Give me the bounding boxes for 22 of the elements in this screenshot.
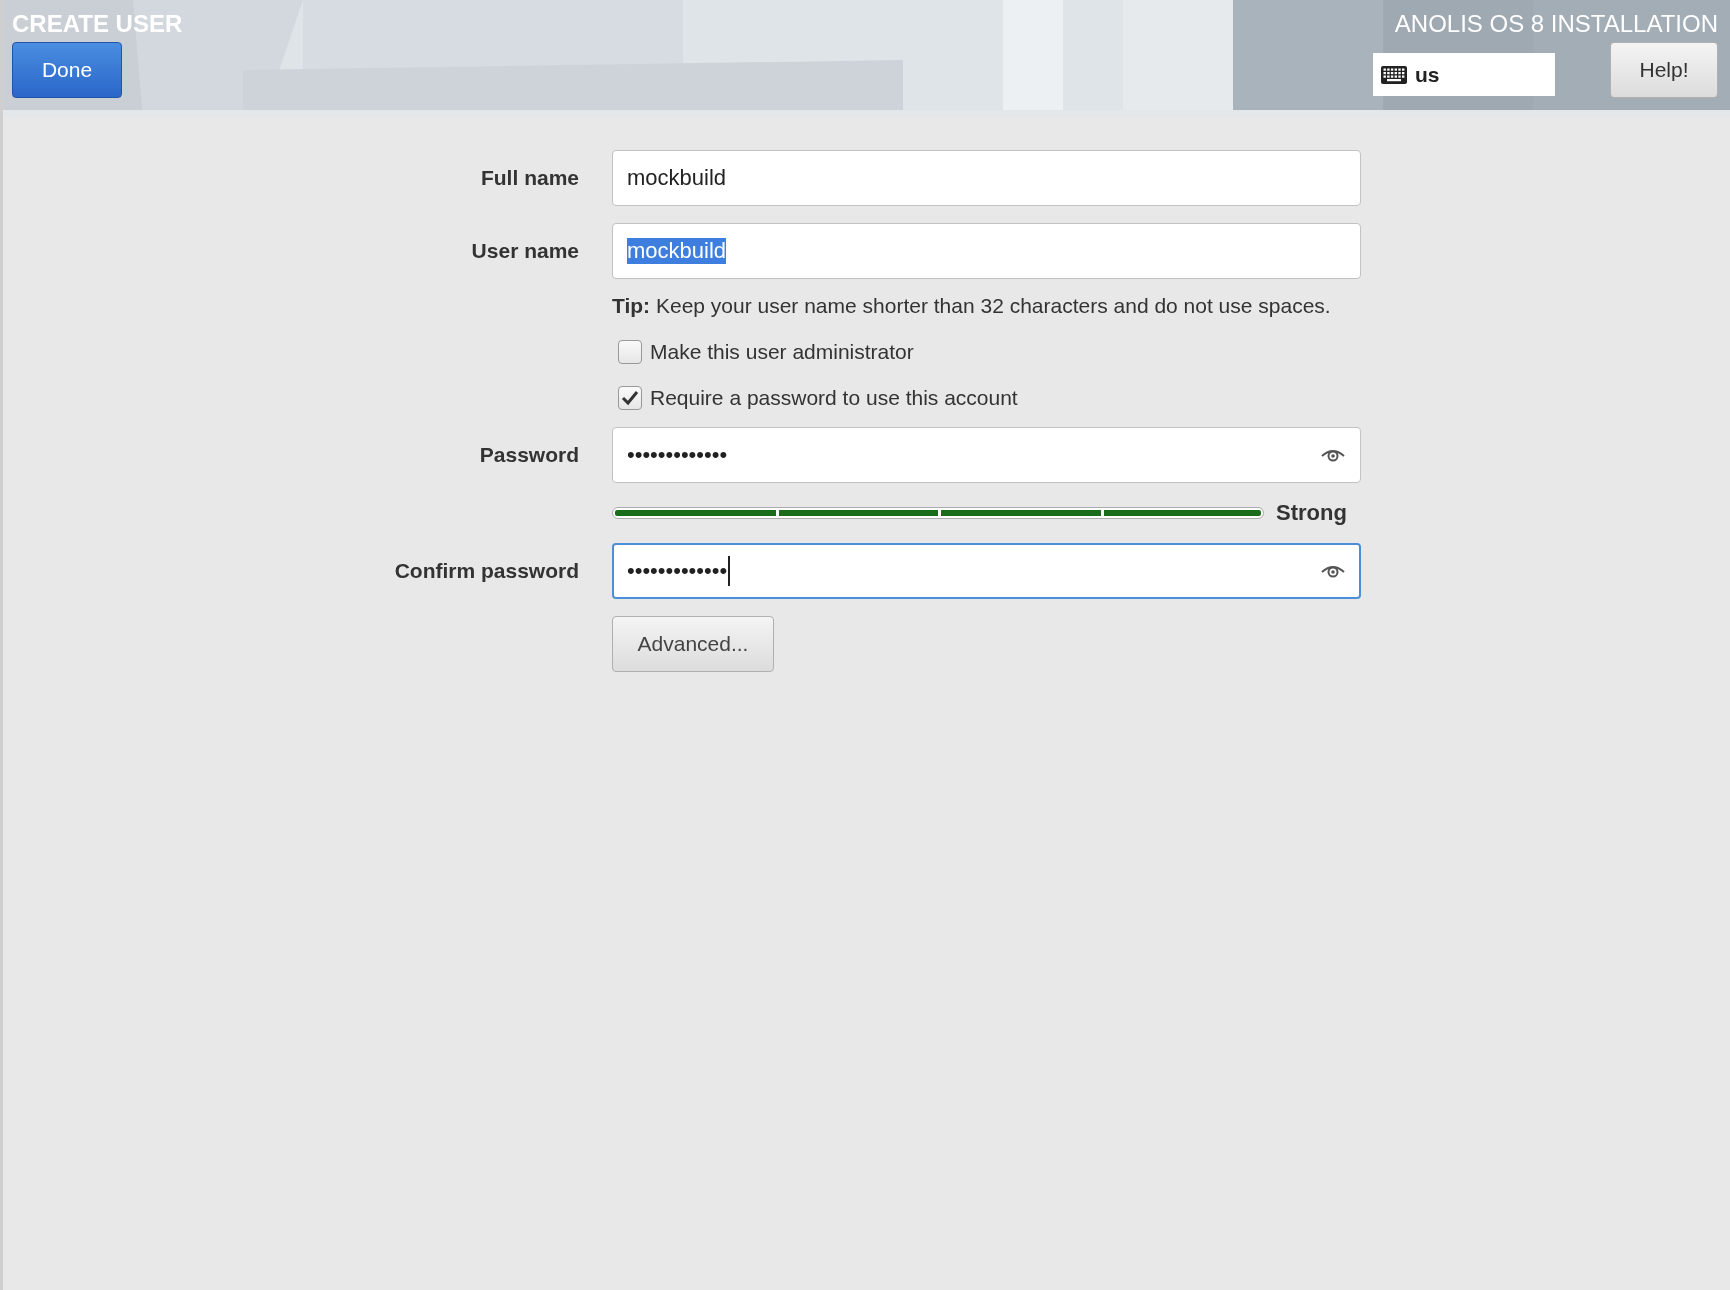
field-label: Password [478,443,579,467]
field-label: User name [470,239,579,263]
strength-label: Strong [1276,500,1347,526]
checkbox-label[interactable]: Require a password to use this account [650,386,1018,410]
advanced-button[interactable]: Advanced... [612,616,774,672]
checkbox[interactable] [618,386,642,410]
field-label: Full name [479,166,579,190]
help-button[interactable]: Help! [1610,42,1718,98]
tip-text: Tip: Keep your user name shorter than 32 characters and do not use spaces. [612,294,1332,318]
password-field[interactable]: ••••••••••••• [612,427,1361,483]
checkbox[interactable] [618,340,642,364]
product-title: ANOLIS OS 8 INSTALLATION [1394,10,1718,39]
keyboard-icon [1381,65,1407,84]
user-name-field[interactable]: mockbuild [612,223,1361,279]
confirm-password-field[interactable]: ••••••••••••• [612,543,1361,599]
show-password-icon[interactable] [1320,563,1346,579]
show-password-icon[interactable] [1320,447,1346,463]
done-button[interactable]: Done [12,42,122,98]
full-name-field[interactable]: mockbuild [612,150,1361,206]
field-label: Confirm password [393,559,579,583]
checkbox-label[interactable]: Make this user administrator [650,340,914,364]
keyboard-layout-indicator[interactable]: us [1373,53,1555,96]
